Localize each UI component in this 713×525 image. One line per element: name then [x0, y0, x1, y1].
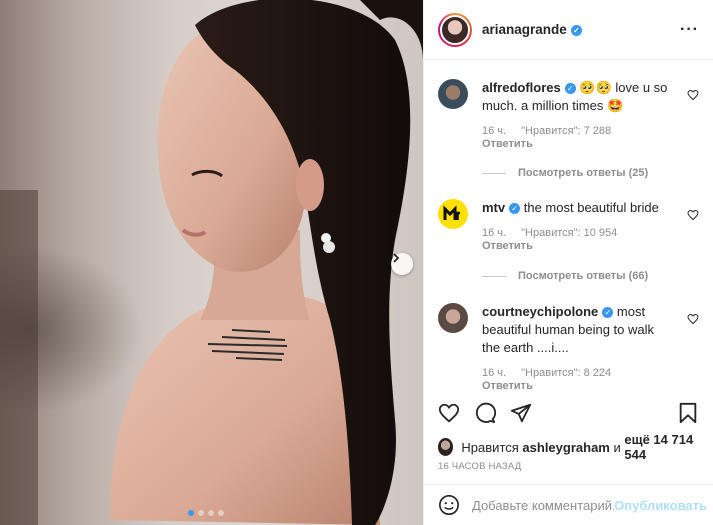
author-username[interactable]: arianagrande ✓ [482, 22, 582, 37]
carousel-indicator [188, 510, 224, 516]
post-header: arianagrande ✓ ··· [424, 0, 713, 60]
chevron-right-icon [393, 253, 400, 263]
comments-list: alfredoflores ✓ 🥺🥺 love u so much. a mill… [424, 61, 713, 391]
comment-meta: 16 ч. "Нравится": 7 288 [482, 125, 699, 138]
comment-item: alfredoflores ✓ 🥺🥺 love u so much. a mill… [438, 79, 699, 151]
comment-likes[interactable]: "Нравится": 7 288 [521, 125, 611, 137]
add-comment-bar: Опубликовать [424, 484, 713, 525]
portrait-image [0, 0, 423, 525]
comment-text-block: mtv ✓ the most beautiful bride [482, 199, 675, 217]
mtv-logo-icon [443, 205, 460, 220]
comment-time: 16 ч. [482, 367, 507, 379]
comment-bubble-icon[interactable] [474, 402, 496, 424]
comment-avatar[interactable] [438, 199, 468, 229]
liker-username[interactable]: ashleygraham [522, 440, 609, 455]
view-replies-text[interactable]: Посмотреть ответы (25) [518, 167, 648, 179]
carousel-dot [218, 510, 224, 516]
author-avatar[interactable] [438, 12, 472, 47]
comment-username[interactable]: courtneychipolone [482, 304, 598, 319]
comment-likes[interactable]: "Нравится": 8 224 [521, 367, 611, 379]
verified-badge-icon: ✓ [602, 307, 614, 318]
comment-username[interactable]: mtv [482, 200, 505, 215]
likes-and: и [613, 439, 621, 455]
comment-item: mtv ✓ the most beautiful bride 16 ч. "Нра… [438, 199, 699, 253]
comment-input[interactable] [472, 497, 615, 513]
post-sidebar: arianagrande ✓ ··· alfredoflores ✓ 🥺🥺 love… [423, 0, 713, 525]
likes-count[interactable]: ещё 14 714 544 [624, 432, 705, 462]
save-bookmark-icon[interactable] [677, 402, 699, 424]
post-actions [438, 398, 699, 428]
comment-meta: 16 ч. "Нравится": 10 954 [482, 227, 699, 240]
comment-text-block: alfredoflores ✓ 🥺🥺 love u so much. a mill… [482, 79, 675, 115]
comment-time: 16 ч. [482, 125, 507, 137]
emoji-icon[interactable] [438, 494, 460, 516]
view-replies-text[interactable]: Посмотреть ответы (66) [518, 270, 648, 282]
view-replies-button[interactable]: Посмотреть ответы (66) [482, 270, 648, 282]
comment-avatar[interactable] [438, 79, 468, 109]
comment-likes[interactable]: "Нравится": 10 954 [521, 227, 617, 239]
comment-item: courtneychipolone ✓ most beautiful human … [438, 303, 699, 391]
comment-like-heart-icon[interactable] [687, 89, 699, 101]
carousel-next-button[interactable] [391, 253, 413, 275]
verified-badge-icon: ✓ [509, 203, 521, 214]
likes-summary: Нравится ashleygraham и ещё 14 714 544 [438, 432, 705, 462]
reply-button[interactable]: Ответить [482, 240, 699, 253]
comment-meta: 16 ч. "Нравится": 8 224 [482, 367, 699, 380]
publish-button[interactable]: Опубликовать [614, 498, 707, 513]
reply-button[interactable]: Ответить [482, 138, 699, 151]
carousel-dot [198, 510, 204, 516]
post-time[interactable]: 16 ЧАСОВ НАЗАД [438, 461, 521, 472]
author-username-text[interactable]: arianagrande [482, 22, 567, 37]
comment-like-heart-icon[interactable] [687, 209, 699, 221]
more-options-icon[interactable]: ··· [680, 21, 699, 39]
likes-prefix: Нравится [461, 439, 519, 455]
comment-like-heart-icon[interactable] [687, 313, 699, 325]
post-photo[interactable] [0, 0, 423, 525]
like-heart-icon[interactable] [438, 402, 460, 424]
carousel-dot [188, 510, 194, 516]
carousel-dot [208, 510, 214, 516]
liker-avatar[interactable] [438, 438, 454, 456]
comment-text: the most beautiful bride [523, 200, 659, 215]
view-replies-button[interactable]: Посмотреть ответы (25) [482, 167, 648, 179]
verified-badge-icon: ✓ [570, 25, 582, 36]
reply-button[interactable]: Ответить [482, 380, 699, 391]
verified-badge-icon: ✓ [564, 83, 576, 94]
comment-text-block: courtneychipolone ✓ most beautiful human … [482, 303, 675, 357]
comment-time: 16 ч. [482, 227, 507, 239]
share-send-icon[interactable] [510, 402, 532, 424]
comment-username[interactable]: alfredoflores [482, 80, 561, 95]
comment-avatar[interactable] [438, 303, 468, 333]
